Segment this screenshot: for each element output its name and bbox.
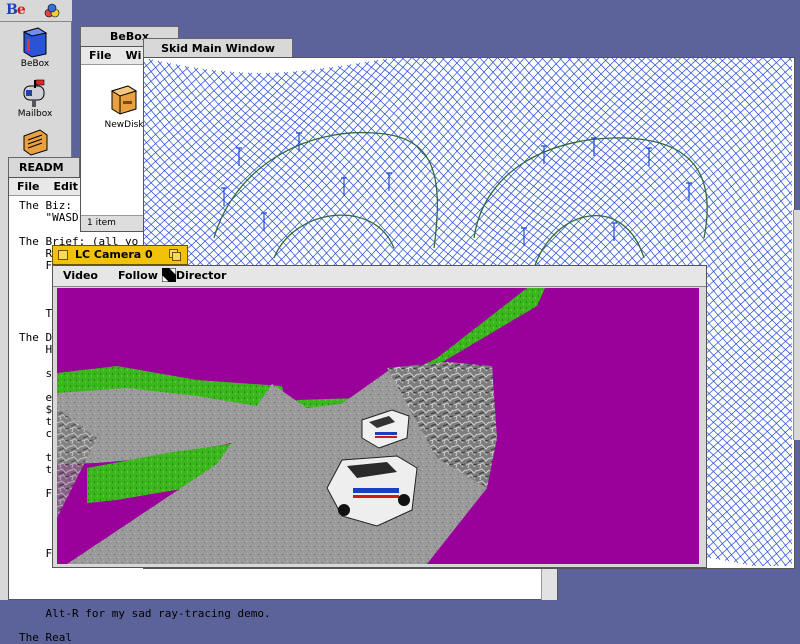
track-outline (473, 137, 708, 239)
newdisk-label: NewDisk (104, 120, 144, 130)
be-logo[interactable]: Be (6, 2, 26, 18)
background-window-edge (793, 210, 800, 440)
readme-line (19, 620, 539, 632)
clapper-icon (161, 267, 177, 283)
camera-window-tab[interactable]: LC Camera 0 (52, 245, 188, 265)
mesh-marker (386, 172, 392, 191)
menu-director[interactable]: Director (161, 267, 226, 283)
readme-window-tab[interactable]: READM (8, 157, 80, 177)
menu-file[interactable]: File (81, 49, 118, 62)
deskbar-item-label: BeBox (20, 59, 50, 69)
camera-3d-view[interactable] (57, 288, 699, 564)
deskbar-item-bebox[interactable]: BeBox (0, 24, 70, 76)
zoom-button[interactable] (169, 249, 181, 261)
readme-line: Alt-R for my sad ray-tracing demo. (19, 607, 271, 620)
bebox-status-bar: 1 item (81, 215, 145, 231)
mesh-marker (611, 222, 617, 241)
menu-video[interactable]: Video (53, 269, 112, 282)
readme-line: The Real (19, 631, 72, 644)
deskbar-item-label: Mailbox (17, 109, 53, 119)
skid-window-tab[interactable]: Skid Main Window (143, 38, 293, 58)
camera-menubar: Video Follow Director (53, 266, 706, 287)
drawer-icon (23, 129, 48, 156)
window-title: READM (19, 161, 64, 174)
window-title: LC Camera 0 (75, 248, 153, 261)
menu-follow[interactable]: Follow (112, 269, 162, 282)
mesh-marker (541, 145, 547, 164)
readme-line (19, 584, 539, 596)
disk-icon (110, 85, 138, 115)
newdisk-item[interactable]: NewDisk (99, 83, 149, 130)
menu-file[interactable]: File (9, 180, 46, 193)
mailbox-icon (23, 79, 45, 107)
be-menu-button[interactable]: Be (0, 0, 72, 22)
readme-line (19, 596, 539, 608)
window-title: Skid Main Window (161, 42, 275, 55)
camera-window: Video Follow Director (52, 265, 707, 568)
leaf-icon[interactable] (44, 3, 60, 19)
deskbar-item-mailbox[interactable]: Mailbox (0, 76, 70, 128)
menu-edit[interactable]: Edit (46, 180, 84, 193)
close-button[interactable] (58, 250, 68, 260)
bebox-icon (22, 27, 48, 58)
readme-line (19, 572, 539, 584)
